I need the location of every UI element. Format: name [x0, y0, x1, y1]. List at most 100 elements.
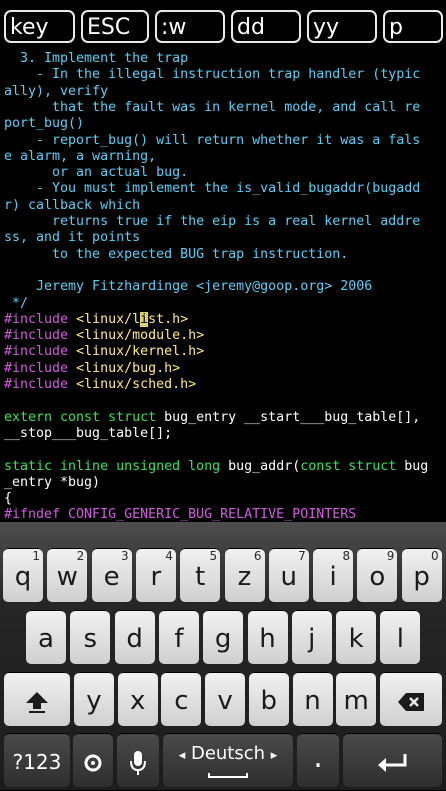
code-line: returns true if the eip is a real kernel…: [4, 214, 420, 230]
microphone-key[interactable]: [117, 733, 159, 787]
code-line: - In the illegal instruction trap handle…: [4, 67, 420, 83]
code-line: {: [4, 491, 12, 507]
code-line: port_bug(): [4, 116, 84, 132]
key-p[interactable]: p0: [401, 548, 442, 602]
code-token: Jeremy Fitzhardinge <jeremy@goop.org> 20…: [4, 279, 373, 295]
code-editor[interactable]: 3. Implement the trap - In the illegal i…: [0, 50, 446, 522]
key-hint: 9: [386, 549, 395, 563]
key-y[interactable]: y: [74, 672, 114, 726]
code-token: #include: [4, 328, 77, 344]
code-token: static inline unsigned long: [4, 458, 229, 474]
code-token: bug: [404, 458, 429, 474]
key-g[interactable]: g: [203, 610, 244, 664]
backspace-icon: [396, 686, 426, 716]
key-u[interactable]: u7: [268, 548, 309, 602]
key-label: b: [260, 686, 278, 716]
key-hint: 1: [32, 549, 40, 563]
key-s[interactable]: s: [70, 610, 111, 664]
key-hint: 6: [253, 549, 262, 563]
code-line: #include <linux/sched.h>: [4, 377, 196, 393]
key-d[interactable]: d: [114, 610, 155, 664]
key-o[interactable]: o9: [357, 548, 398, 602]
code-token: that the fault was in kernel mode, and c…: [4, 99, 421, 115]
code-token: returns true if the eip is a real kernel…: [4, 214, 421, 229]
key-r[interactable]: r4: [135, 548, 176, 602]
shift-key[interactable]: [4, 672, 70, 726]
key-z[interactable]: z6: [224, 548, 265, 602]
key-label: w: [56, 562, 78, 592]
code-line: __stop___bug_table[];: [4, 426, 172, 442]
key-x[interactable]: x: [117, 672, 158, 726]
key-button[interactable]: key: [4, 10, 75, 43]
settings-key[interactable]: [73, 733, 113, 787]
vim-toolbar: key ESC :w dd yy p: [0, 0, 446, 50]
key-label: h: [259, 624, 276, 654]
code-token: #include: [4, 377, 77, 392]
code-token: r) callback which: [4, 197, 141, 213]
code-line: ally), verify: [4, 84, 108, 100]
key-h[interactable]: h: [247, 610, 288, 664]
key-label: p: [413, 562, 430, 592]
key-q[interactable]: q1: [3, 548, 43, 602]
code-token: #include: [4, 360, 77, 376]
shift-icon: [23, 686, 51, 716]
key-k[interactable]: k: [336, 610, 377, 664]
paste-button[interactable]: p: [383, 10, 443, 43]
key-hint: 2: [76, 549, 85, 563]
language-label: Deutsch: [190, 743, 266, 764]
key-n[interactable]: n: [292, 672, 333, 726]
key-b[interactable]: b: [248, 672, 289, 726]
code-token: - In the illegal instruction trap handle…: [4, 67, 421, 83]
backspace-key[interactable]: [380, 672, 442, 726]
symbols-key[interactable]: ?123: [4, 733, 70, 787]
key-c[interactable]: c: [161, 672, 202, 726]
code-line: e alarm, a warning,: [4, 149, 156, 165]
key-label: i: [329, 562, 337, 592]
code-line: that the fault was in kernel mode, and c…: [4, 100, 420, 116]
key-w[interactable]: w2: [47, 548, 88, 602]
key-label: e: [103, 562, 120, 592]
code-line: ss, and it points: [4, 230, 140, 246]
code-token: extern const struct: [4, 409, 165, 425]
key-label: k: [348, 624, 364, 654]
code-line: - report_bug() will return whether it wa…: [4, 133, 420, 149]
period-key[interactable]: .: [297, 733, 339, 787]
code-token: */: [4, 295, 29, 311]
key-label: r: [150, 562, 162, 592]
key-i[interactable]: i8: [313, 548, 354, 602]
key-label: x: [129, 686, 146, 716]
key-label: d: [126, 624, 143, 654]
key-hint: 0: [431, 549, 439, 563]
key-label: y: [86, 686, 102, 716]
delete-line-button[interactable]: dd: [231, 10, 301, 43]
key-t[interactable]: t5: [180, 548, 221, 602]
key-j[interactable]: j: [291, 610, 332, 664]
key-hint: 8: [342, 549, 351, 563]
code-token: - You must implement the is_valid_bugadd…: [4, 181, 421, 197]
enter-key[interactable]: [343, 733, 442, 787]
key-label: t: [195, 562, 206, 592]
key-l[interactable]: l: [380, 610, 421, 664]
code-line: _entry *bug): [4, 475, 100, 491]
key-label: a: [38, 624, 54, 654]
write-command-button[interactable]: :w: [155, 10, 225, 43]
key-label: n: [304, 686, 321, 716]
code-line: extern const struct bug_entry __start___…: [4, 410, 420, 426]
code-token: 3. Implement the trap: [4, 51, 189, 66]
code-token: #include: [4, 344, 77, 360]
code-token: bug_addr(: [228, 458, 301, 474]
key-f[interactable]: f: [158, 610, 199, 664]
space-key[interactable]: ◂ Deutsch ▸: [163, 733, 293, 787]
key-hint: 5: [209, 549, 218, 563]
yank-line-button[interactable]: yy: [307, 10, 377, 43]
code-token: <linux/bug.h>: [76, 360, 181, 376]
key-a[interactable]: a: [26, 610, 66, 664]
key-label: f: [174, 624, 184, 654]
key-e[interactable]: e3: [91, 548, 132, 602]
code-token: #include: [4, 311, 77, 327]
key-m[interactable]: m: [336, 672, 377, 726]
key-v[interactable]: v: [205, 672, 246, 726]
code-line: #include <linux/bug.h>: [4, 361, 180, 377]
esc-button[interactable]: ESC: [81, 10, 149, 43]
microphone-icon: [129, 747, 147, 777]
